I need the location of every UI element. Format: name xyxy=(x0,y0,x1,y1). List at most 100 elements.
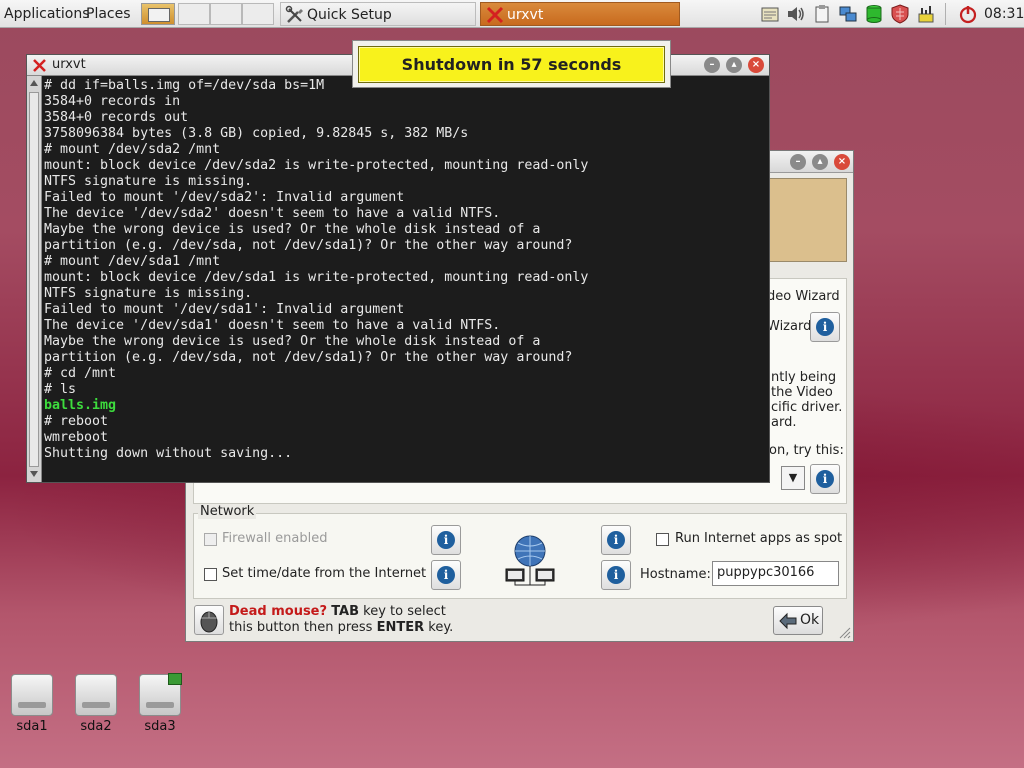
drive-icon[interactable] xyxy=(864,4,884,24)
taskbar-button-quick-setup[interactable]: Quick Setup xyxy=(280,2,476,26)
urxvt-terminal-window: urxvt – ▴ × # dd if=balls.img of=/dev/sd… xyxy=(26,54,770,483)
video-desc-line-3: cific driver. xyxy=(771,400,843,415)
x-icon xyxy=(486,6,504,24)
tip-line-1: Dead mouse? TAB key to select xyxy=(229,604,453,620)
tools-icon xyxy=(285,5,303,23)
shutdown-notice: Shutdown in 57 seconds xyxy=(352,40,671,88)
drive-label: sda2 xyxy=(80,719,112,734)
scroll-up-arrow-icon[interactable] xyxy=(29,78,39,88)
workspace-2-button[interactable] xyxy=(210,3,242,25)
info-icon: i xyxy=(816,318,834,336)
terminal-line: mount: block device /dev/sda1 is write-p… xyxy=(44,270,589,285)
resize-grip-icon[interactable] xyxy=(837,625,851,639)
terminal-line: Maybe the wrong device is used? Or the w… xyxy=(44,334,541,349)
terminal-line: Failed to mount '/dev/sda1': Invalid arg… xyxy=(44,302,405,317)
applications-menu[interactable]: Applications xyxy=(4,0,90,28)
video-desc-line-1: ntly being xyxy=(771,370,837,385)
network-legend: Network xyxy=(198,504,257,519)
video-desc-line-2: the Video xyxy=(771,385,833,400)
firewall-info-button[interactable]: i xyxy=(431,525,461,555)
terminal-line: 3584+0 records out xyxy=(44,110,189,125)
back-arrow-icon xyxy=(779,612,797,630)
notes-icon[interactable] xyxy=(760,4,780,24)
task-label: urxvt xyxy=(507,7,544,23)
mouse-settings-button[interactable] xyxy=(194,605,224,635)
hard-drive-icon xyxy=(139,673,182,716)
tip-line-2: this button then press ENTER key. xyxy=(229,620,453,636)
status-icon[interactable] xyxy=(916,4,936,24)
terminal-line: partition (e.g. /dev/sda, not /dev/sda1)… xyxy=(44,350,573,365)
x-icon xyxy=(33,59,46,72)
scroll-down-arrow-icon[interactable] xyxy=(29,469,39,479)
drive-sda2[interactable]: sda2 xyxy=(72,674,120,734)
taskbar-button-urxvt[interactable]: urxvt xyxy=(480,2,680,26)
video-driver-dropdown-arrow[interactable]: ▼ xyxy=(781,466,805,490)
minimize-button[interactable]: – xyxy=(704,57,720,73)
network-icon[interactable] xyxy=(838,4,858,24)
terminal-line: NTFS signature is missing. xyxy=(44,286,253,301)
workspace-1-button[interactable] xyxy=(178,3,210,25)
taskbar: Applications Places Quick Setup urxvt 08… xyxy=(0,0,1024,28)
drive-label: sda3 xyxy=(144,719,176,734)
video-wizard-label: deo Wizard xyxy=(767,289,840,304)
tip-line2-end: key. xyxy=(428,620,454,635)
hard-drive-icon xyxy=(11,674,53,716)
terminal-line: mount: block device /dev/sda2 is write-p… xyxy=(44,158,589,173)
terminal-line: Failed to mount '/dev/sda2': Invalid arg… xyxy=(44,190,405,205)
tip-mid: key to select xyxy=(363,604,446,619)
time-date-checkbox[interactable] xyxy=(204,568,217,581)
spot-info-button[interactable]: i xyxy=(601,525,631,555)
drive-sda1[interactable]: sda1 xyxy=(8,674,56,734)
firewall-label: Firewall enabled xyxy=(222,531,328,546)
ok-button[interactable]: Ok xyxy=(773,606,823,635)
terminal-line: Shutting down without saving... xyxy=(44,446,293,461)
close-button[interactable]: × xyxy=(748,57,764,73)
video-alt-label: on, try this: xyxy=(769,443,844,458)
drive-label: sda1 xyxy=(16,719,48,734)
info-icon: i xyxy=(816,470,834,488)
firewall-icon[interactable] xyxy=(890,4,910,24)
tip-key-2: ENTER xyxy=(376,620,425,635)
volume-icon[interactable] xyxy=(786,4,806,24)
hostname-info-button[interactable]: i xyxy=(601,560,631,590)
info-icon: i xyxy=(607,566,625,584)
terminal-line: The device '/dev/sda1' doesn't seem to h… xyxy=(44,318,501,333)
spot-checkbox[interactable] xyxy=(656,533,669,546)
terminal-output[interactable]: # dd if=balls.img of=/dev/sda bs=1M 3584+… xyxy=(44,78,764,480)
clipboard-icon[interactable] xyxy=(812,4,832,24)
scroll-thumb[interactable] xyxy=(29,92,39,467)
terminal-line: # cd /mnt xyxy=(44,366,117,381)
mouse-icon xyxy=(200,611,218,633)
taskbar-separator xyxy=(945,3,946,25)
close-button[interactable]: × xyxy=(834,154,850,170)
ok-label: Ok xyxy=(800,612,820,628)
places-menu[interactable]: Places xyxy=(86,0,131,28)
power-icon[interactable] xyxy=(958,4,978,24)
terminal-line: 3584+0 records in xyxy=(44,94,181,109)
video-wizard-info-button[interactable]: i xyxy=(810,312,840,342)
firewall-checkbox[interactable] xyxy=(204,533,217,546)
mounted-indicator-icon xyxy=(168,673,182,685)
video-desc-line-4: ard. xyxy=(771,415,797,430)
time-date-info-button[interactable]: i xyxy=(431,560,461,590)
terminal-line: # mount /dev/sda2 /mnt xyxy=(44,142,221,157)
maximize-button[interactable]: ▴ xyxy=(812,154,828,170)
clock[interactable]: 08:31 xyxy=(984,0,1024,28)
drive-sda3[interactable]: sda3 xyxy=(136,673,184,734)
terminal-scrollbar[interactable] xyxy=(27,76,42,482)
terminal-line: 3758096384 bytes (3.8 GB) copied, 9.8284… xyxy=(44,126,469,141)
workspace-3-button[interactable] xyxy=(242,3,274,25)
tip-line2-start: this button then press xyxy=(229,620,373,635)
show-desktop-button[interactable] xyxy=(141,3,175,25)
tip-key-1: TAB xyxy=(331,604,360,619)
maximize-button[interactable]: ▴ xyxy=(726,57,742,73)
info-icon: i xyxy=(437,566,455,584)
video-wizard-label-2: Wizard xyxy=(767,319,812,334)
hard-drive-icon xyxy=(75,674,117,716)
terminal-line: wmreboot xyxy=(44,430,109,445)
terminal-title: urxvt xyxy=(52,57,86,72)
hostname-field[interactable]: puppypc30166 xyxy=(712,561,839,586)
video-alt-info-button[interactable]: i xyxy=(810,464,840,494)
minimize-button[interactable]: – xyxy=(790,154,806,170)
terminal-line: partition (e.g. /dev/sda, not /dev/sda1)… xyxy=(44,238,573,253)
